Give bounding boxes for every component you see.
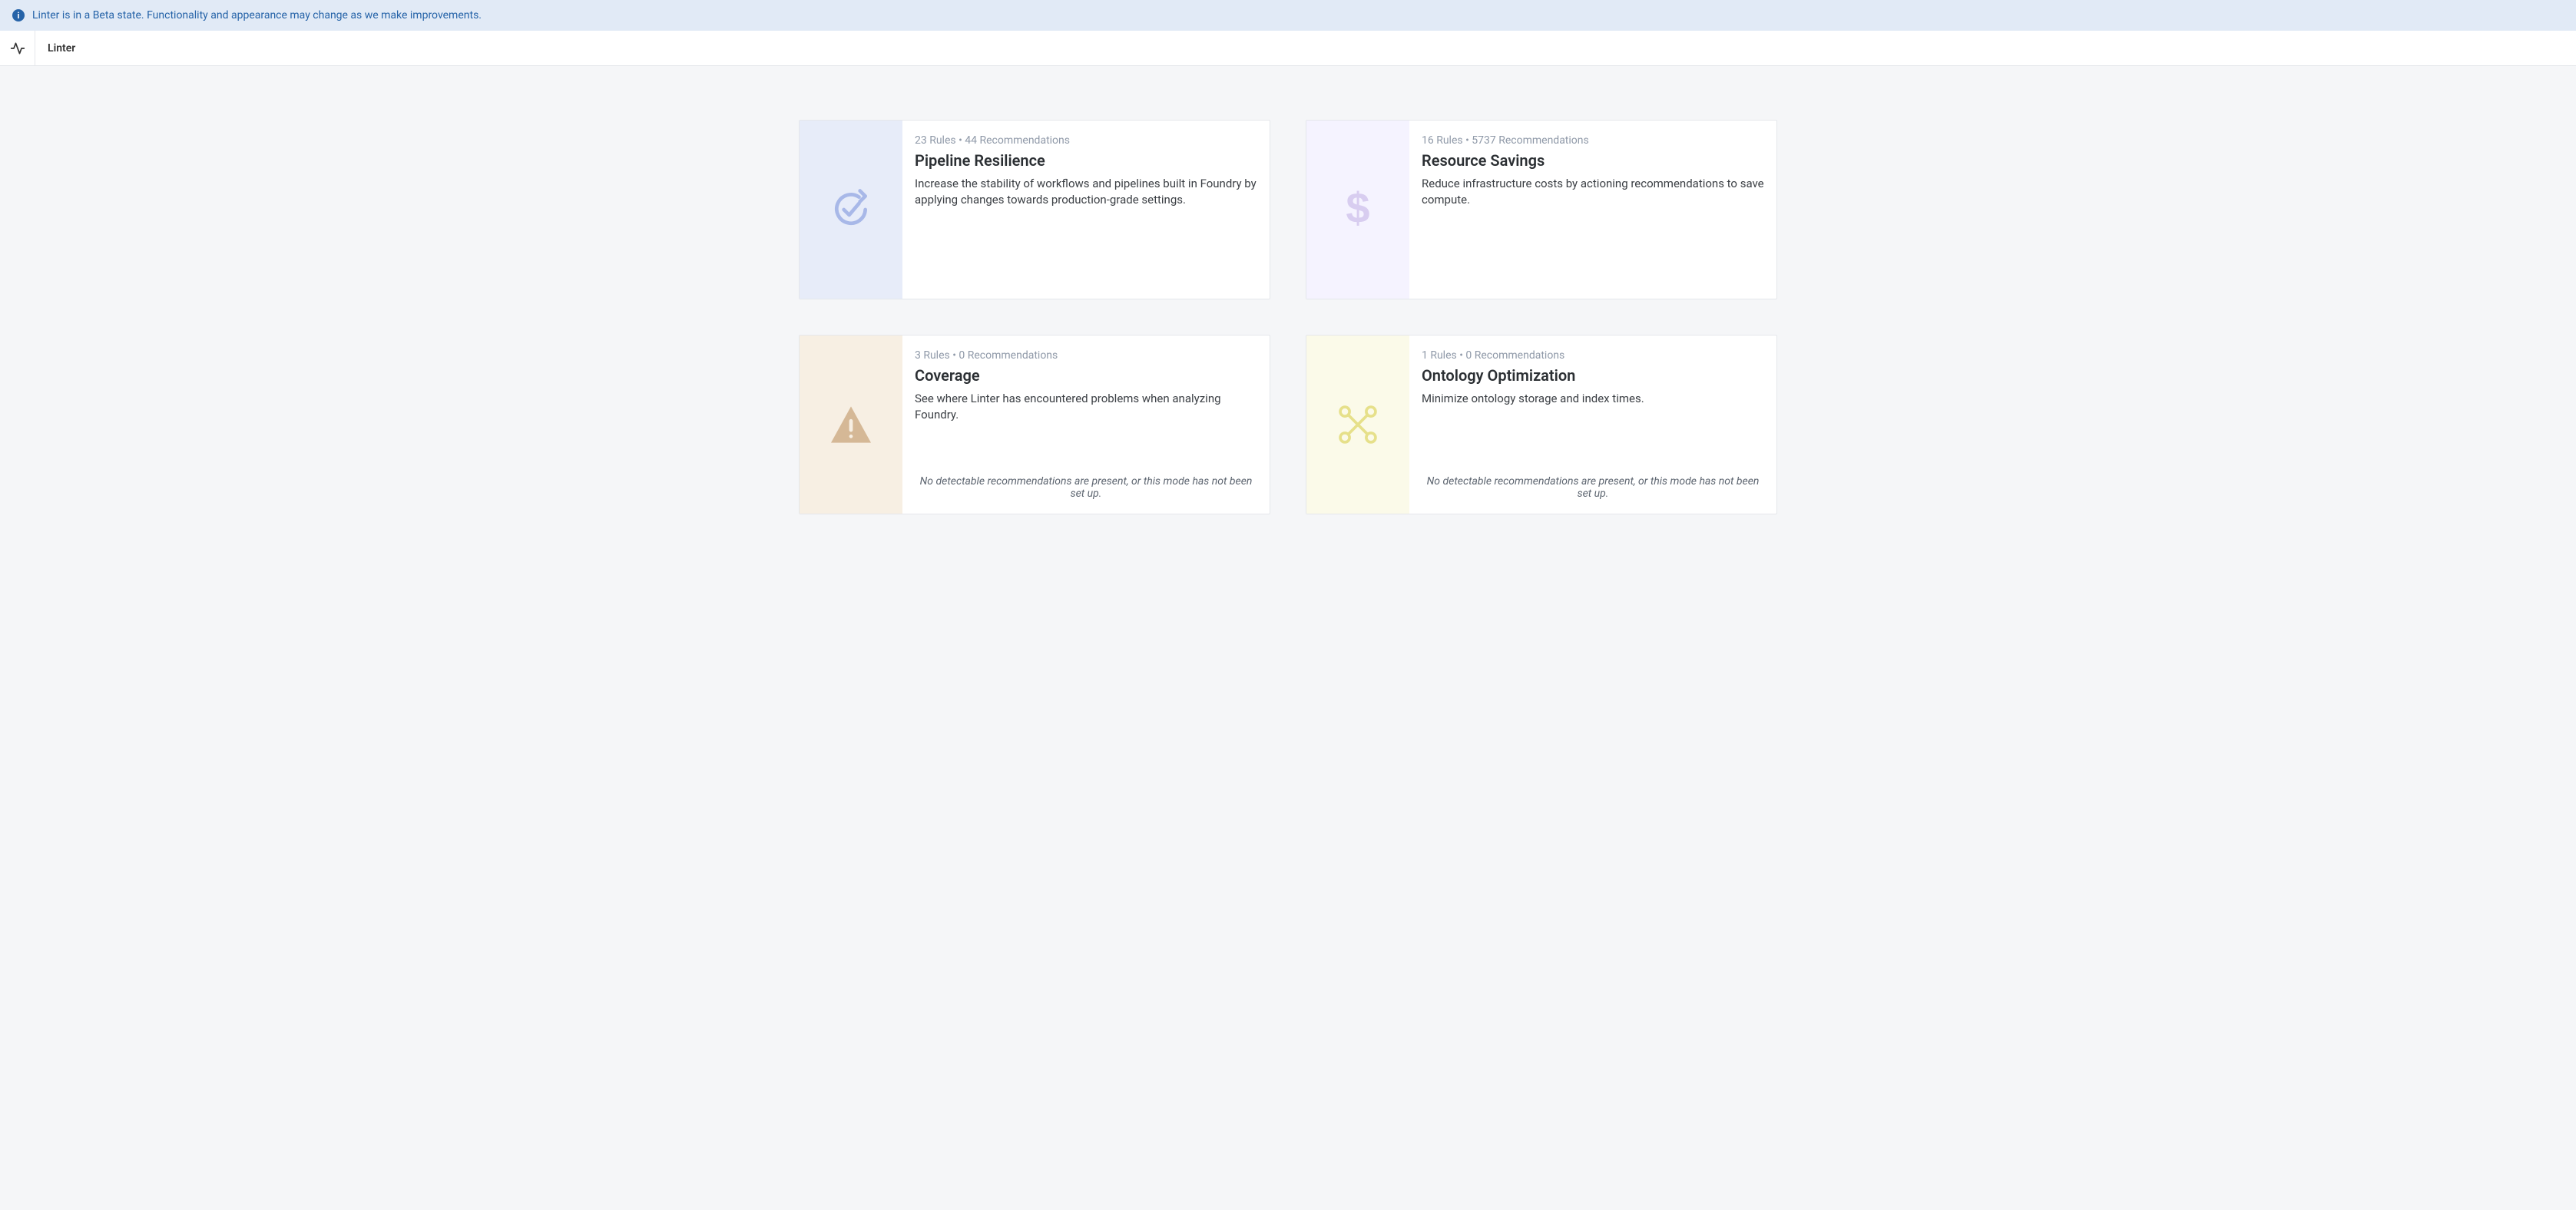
beta-banner: i Linter is in a Beta state. Functionali… [0,0,2576,31]
card-title: Resource Savings [1422,151,1764,170]
card-meta: 3 Rules • 0 Recommendations [915,349,1257,362]
card-description: Reduce infrastructure costs by actioning… [1422,176,1764,208]
empty-state-message: No detectable recommendations are presen… [915,460,1257,500]
card-icon-area [1306,336,1409,514]
card-meta: 23 Rules • 44 Recommendations [915,134,1257,147]
page-title: Linter [35,31,88,65]
main-content: 23 Rules • 44 Recommendations Pipeline R… [0,66,2576,560]
card-title: Ontology Optimization [1422,366,1764,385]
app-icon[interactable] [0,31,35,65]
pulse-icon [10,41,25,56]
card-description: Increase the stability of workflows and … [915,176,1257,208]
card-meta: 1 Rules • 0 Recommendations [1422,349,1764,362]
card-pipeline-resilience[interactable]: 23 Rules • 44 Recommendations Pipeline R… [799,120,1270,299]
card-body: 1 Rules • 0 Recommendations Ontology Opt… [1409,336,1776,514]
card-ontology-optimization[interactable]: 1 Rules • 0 Recommendations Ontology Opt… [1306,335,1777,514]
card-resource-savings[interactable]: $ 16 Rules • 5737 Recommendations Resour… [1306,120,1777,299]
card-title: Coverage [915,366,1257,385]
info-icon: i [12,9,25,21]
card-icon-area: $ [1306,121,1409,299]
dollar-icon: $ [1340,188,1376,231]
card-body: 16 Rules • 5737 Recommendations Resource… [1409,121,1776,299]
card-body: 23 Rules • 44 Recommendations Pipeline R… [902,121,1270,299]
card-icon-area [800,121,902,299]
page-header: Linter [0,31,2576,66]
graph-nodes-icon [1336,402,1380,447]
card-title: Pipeline Resilience [915,151,1257,170]
beta-banner-text: Linter is in a Beta state. Functionality… [32,9,482,21]
cards-grid: 23 Rules • 44 Recommendations Pipeline R… [799,120,1777,514]
card-coverage[interactable]: 3 Rules • 0 Recommendations Coverage See… [799,335,1270,514]
card-description: See where Linter has encountered problem… [915,391,1257,423]
empty-state-message: No detectable recommendations are presen… [1422,460,1764,500]
svg-text:$: $ [1346,188,1369,231]
card-meta: 16 Rules • 5737 Recommendations [1422,134,1764,147]
refresh-check-icon [829,188,872,231]
card-description: Minimize ontology storage and index time… [1422,391,1764,407]
warning-triangle-icon [829,405,873,445]
card-body: 3 Rules • 0 Recommendations Coverage See… [902,336,1270,514]
card-icon-area [800,336,902,514]
